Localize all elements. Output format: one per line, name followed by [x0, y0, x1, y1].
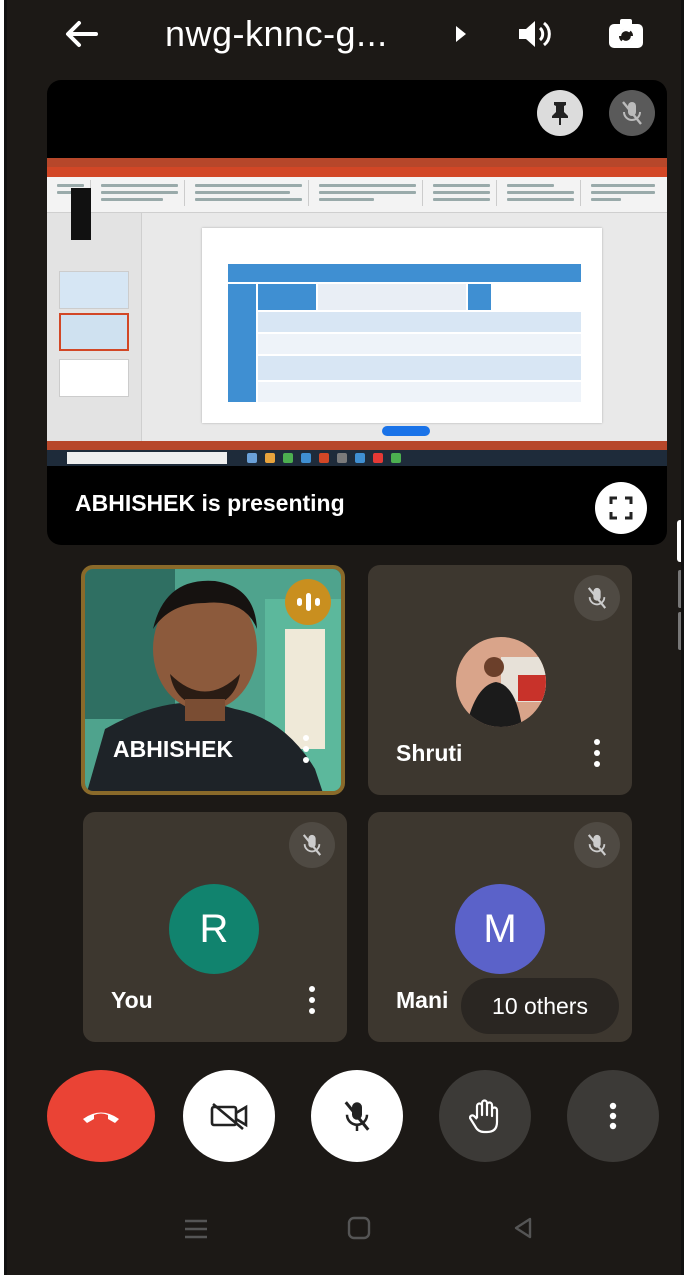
back-triangle-icon[interactable] — [512, 1216, 534, 1240]
hand-icon — [469, 1099, 499, 1134]
presentation-card[interactable]: ABHISHEK is presenting — [47, 80, 667, 545]
back-arrow-icon[interactable] — [59, 12, 103, 56]
shared-screen — [47, 158, 667, 466]
ppt-status-bar — [47, 441, 667, 450]
powerpoint-ribbon — [47, 158, 667, 213]
participant-tile-abhishek[interactable]: ABHISHEK — [81, 565, 345, 795]
participant-name: You — [111, 987, 153, 1013]
slide-table — [227, 263, 582, 403]
caret-right-icon[interactable] — [439, 12, 483, 56]
phone-overlay — [71, 188, 91, 240]
recents-icon[interactable] — [183, 1218, 209, 1240]
raise-hand-button[interactable] — [439, 1070, 531, 1162]
more-vertical-icon[interactable] — [592, 739, 602, 769]
more-vertical-icon — [609, 1102, 617, 1130]
others-count-badge[interactable]: 10 others — [461, 978, 619, 1034]
presenting-label: ABHISHEK is presenting — [75, 490, 345, 516]
top-app-bar: nwg-knnc-g... — [7, 0, 681, 75]
participant-photo — [456, 637, 546, 727]
more-vertical-icon[interactable] — [301, 735, 311, 765]
meet-screen: nwg-knnc-g... ABHISHEK is presenting ABH… — [4, 0, 684, 1275]
participant-name: Shruti — [396, 740, 463, 766]
mic-off-icon — [574, 575, 620, 621]
camera-switch-icon[interactable] — [604, 12, 648, 56]
current-slide — [202, 228, 602, 423]
more-options-button[interactable] — [567, 1070, 659, 1162]
video-off-icon — [210, 1103, 248, 1130]
system-nav-bar — [7, 1200, 681, 1260]
mic-off-icon — [344, 1101, 370, 1131]
mic-toggle-button[interactable] — [311, 1070, 403, 1162]
windows-taskbar — [47, 450, 667, 466]
more-vertical-icon[interactable] — [307, 986, 317, 1016]
camera-toggle-button[interactable] — [183, 1070, 275, 1162]
participant-name: ABHISHEK — [113, 736, 234, 762]
pin-icon[interactable] — [537, 90, 583, 136]
scroll-indicator[interactable] — [677, 520, 681, 660]
meeting-code[interactable]: nwg-knnc-g... — [165, 10, 388, 58]
mic-off-icon — [574, 822, 620, 868]
speaker-icon[interactable] — [512, 12, 556, 56]
participant-tile-you[interactable]: R You — [83, 812, 347, 1042]
home-icon[interactable] — [347, 1216, 371, 1240]
avatar: M — [455, 884, 545, 974]
participant-name: Mani — [396, 987, 449, 1013]
avatar: R — [169, 884, 259, 974]
participant-tile-shruti[interactable]: Shruti — [368, 565, 632, 795]
slide-thumbnails — [47, 188, 142, 441]
speaking-indicator-icon — [285, 579, 331, 625]
mic-off-icon — [609, 90, 655, 136]
mic-off-icon — [289, 822, 335, 868]
phone-hangup-icon — [83, 1112, 119, 1123]
stop-sharing-pill — [382, 426, 430, 436]
fullscreen-icon[interactable] — [595, 482, 647, 534]
end-call-button[interactable] — [47, 1070, 155, 1162]
